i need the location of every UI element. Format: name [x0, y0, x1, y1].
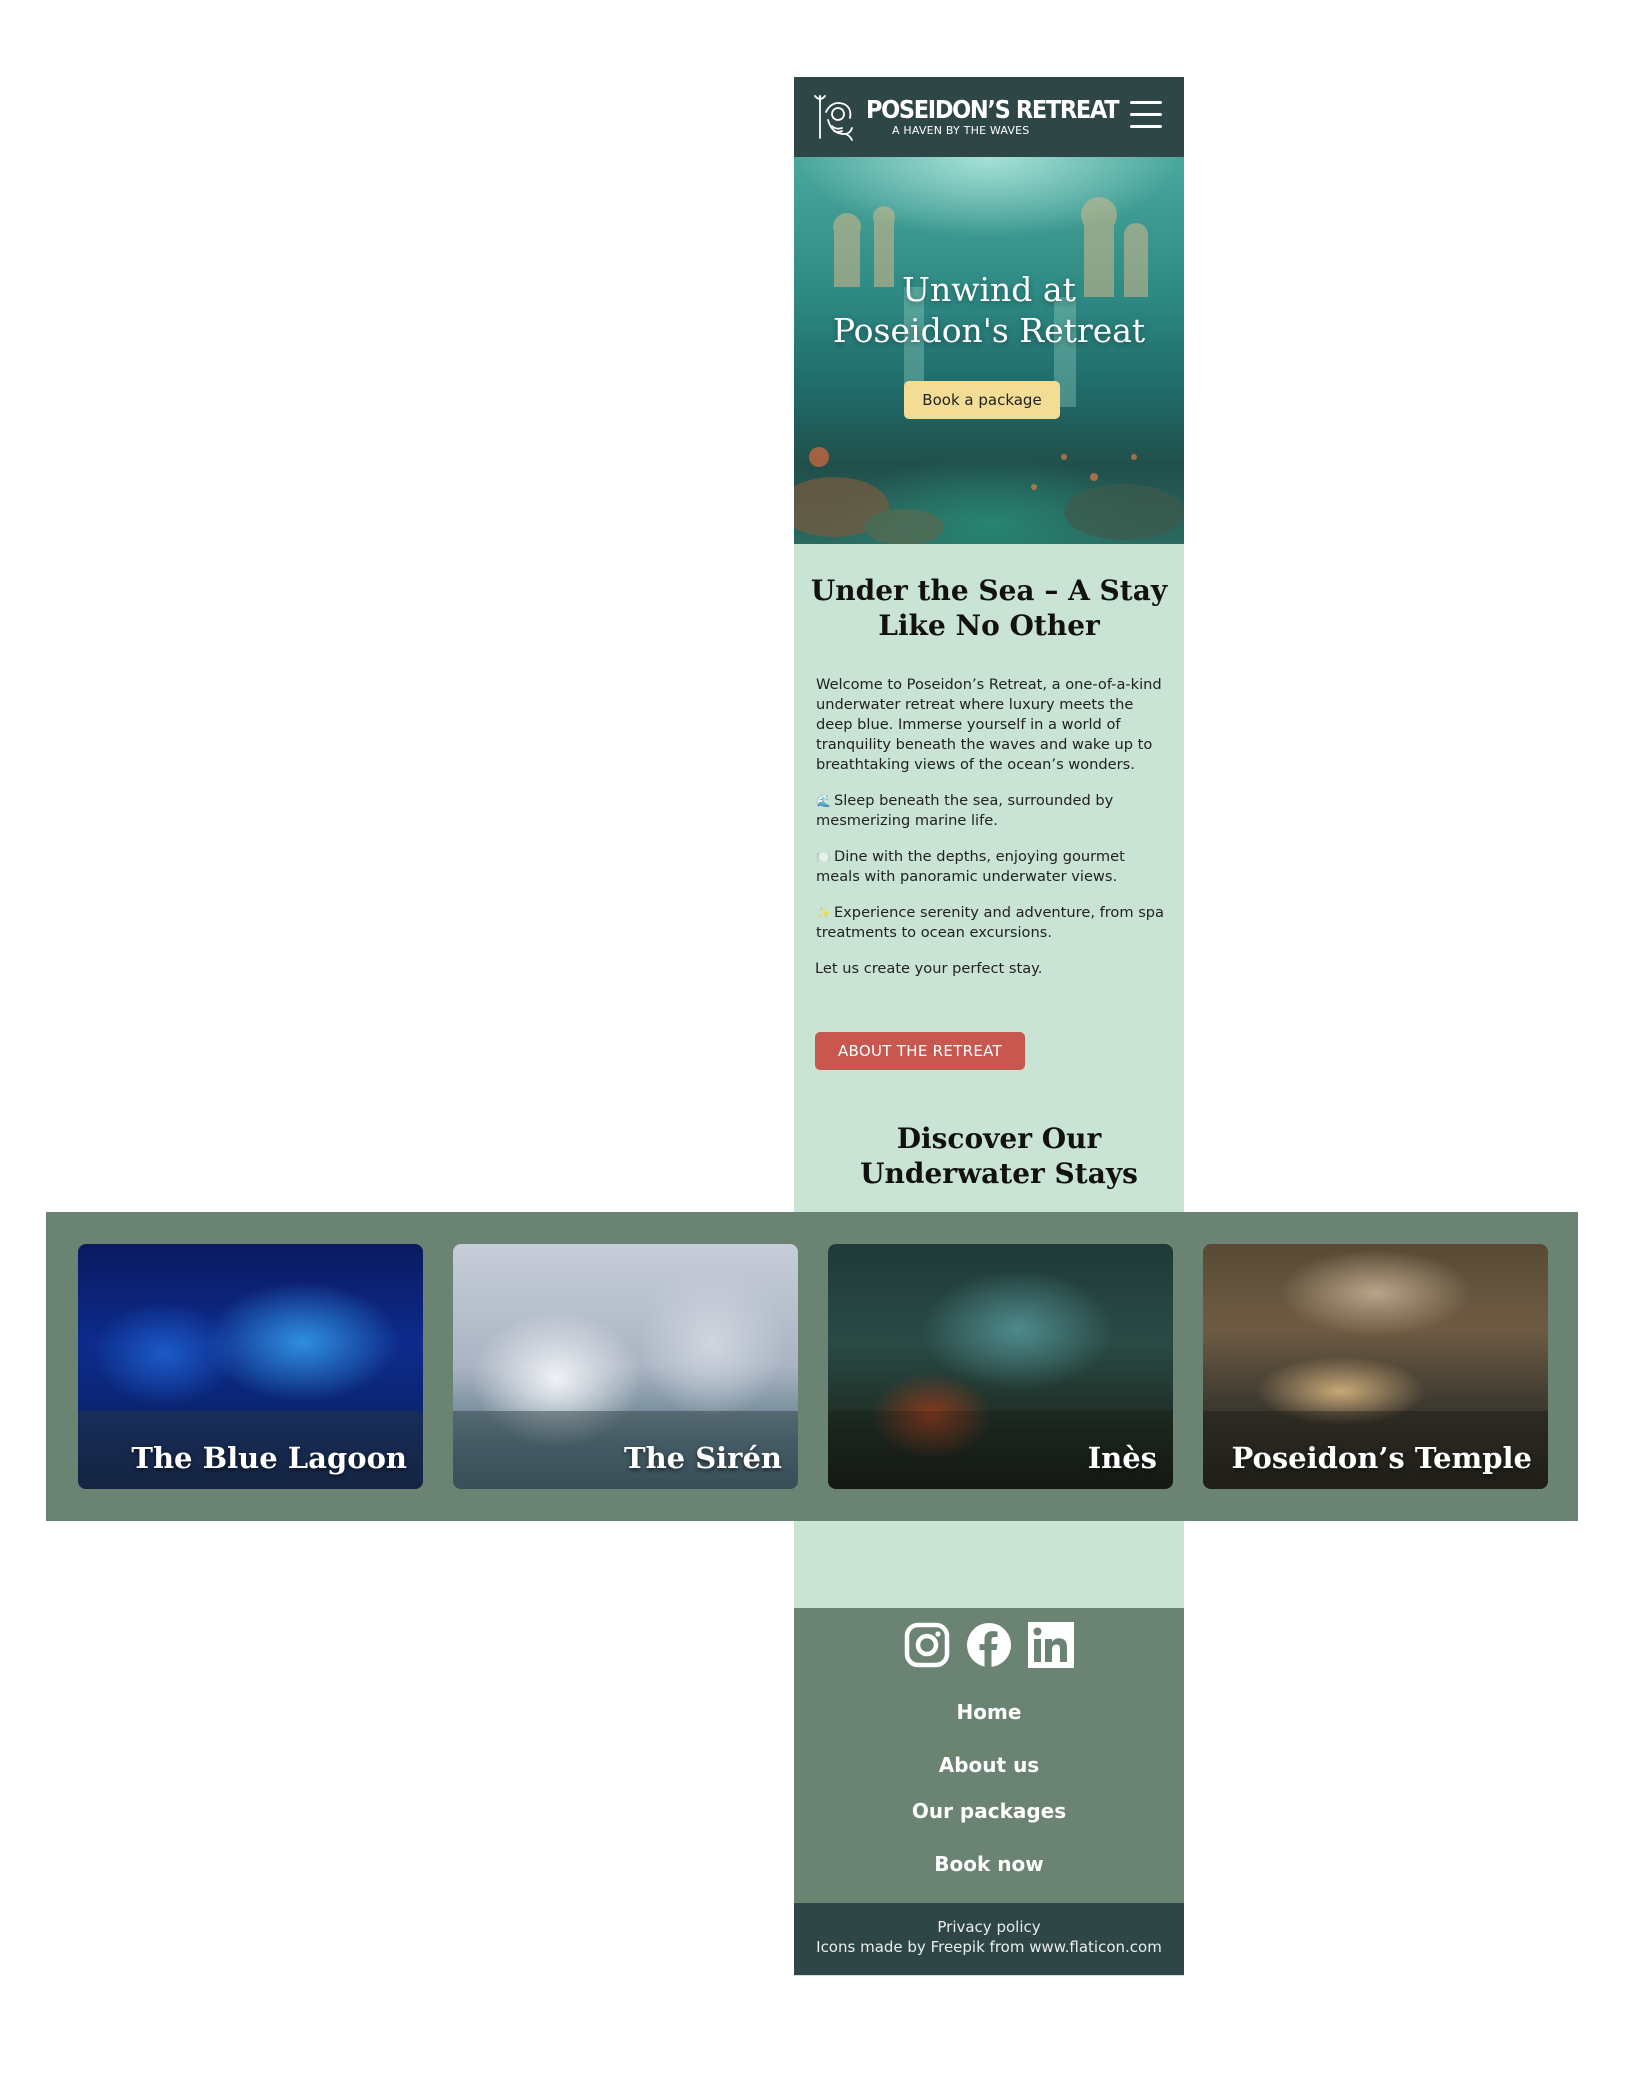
linkedin-icon[interactable]	[1028, 1622, 1074, 1668]
dining-icon: 🍽️	[816, 850, 831, 864]
stays-carousel: The Blue Lagoon The Sirén Inès Poseidon’…	[46, 1212, 1578, 1521]
hamburger-menu-icon[interactable]	[1130, 101, 1162, 131]
footer-link-book[interactable]: Book now	[794, 1852, 1184, 1876]
stays-title-line2: Underwater Stays	[860, 1157, 1138, 1190]
footer-link-about[interactable]: About us	[794, 1753, 1184, 1777]
intro-paragraph: Welcome to Poseidon’s Retreat, a one-of-…	[816, 676, 1162, 773]
brand[interactable]: POSEIDON’S RETREAT A HAVEN BY THE WAVES	[866, 95, 1146, 138]
site-footer: Home About us Our packages Book now	[794, 1608, 1184, 1903]
brand-name: POSEIDON’S RETREAT	[866, 95, 1120, 124]
hero-banner: Unwind at Poseidon's Retreat Book a pack…	[794, 157, 1184, 544]
footer-bottom-bar: Privacy policy Icons made by Freepik fro…	[794, 1903, 1184, 1975]
instagram-icon[interactable]	[904, 1622, 950, 1668]
feature-text: Dine with the depths, enjoying gourmet m…	[816, 848, 1125, 885]
feature-item: ✨ Experience serenity and adventure, from…	[816, 903, 1166, 943]
stay-card-siren[interactable]: The Sirén	[453, 1244, 798, 1489]
stay-name: The Sirén	[624, 1441, 782, 1475]
sparkles-icon: ✨	[816, 906, 831, 920]
intro-title-line2: Like No Other	[878, 609, 1100, 642]
feature-item: 🌊 Sleep beneath the sea, surrounded by me…	[816, 791, 1166, 831]
intro-title: Under the Sea – A Stay Like No Other	[794, 573, 1184, 643]
brand-tagline: A HAVEN BY THE WAVES	[892, 124, 1030, 137]
privacy-policy-link[interactable]: Privacy policy	[794, 1917, 1184, 1937]
intro-body: Welcome to Poseidon’s Retreat, a one-of-…	[815, 675, 1166, 995]
stay-name: The Blue Lagoon	[131, 1441, 407, 1475]
stays-title: Discover Our Underwater Stays	[794, 1121, 1204, 1191]
feature-item: 🍽️ Dine with the depths, enjoying gourmet…	[816, 847, 1166, 887]
intro-title-line1: Under the Sea – A Stay	[810, 574, 1168, 607]
stay-card-ines[interactable]: Inès	[828, 1244, 1173, 1489]
stay-card-blue-lagoon[interactable]: The Blue Lagoon	[78, 1244, 423, 1489]
intro-closing: Let us create your perfect stay.	[815, 960, 1043, 977]
icon-credits: Icons made by Freepik from www.flaticon.…	[816, 1938, 1162, 1956]
hero-title: Unwind at Poseidon's Retreat	[794, 269, 1184, 351]
poseidon-logo-icon[interactable]	[812, 92, 858, 142]
hero-title-line1: Unwind at	[902, 270, 1076, 309]
site-header: POSEIDON’S RETREAT A HAVEN BY THE WAVES	[794, 77, 1184, 157]
hero-title-line2: Poseidon's Retreat	[832, 311, 1146, 350]
wave-icon: 🌊	[816, 794, 831, 808]
stay-name: Poseidon’s Temple	[1231, 1441, 1532, 1475]
stay-card-poseidons-temple[interactable]: Poseidon’s Temple	[1203, 1244, 1548, 1489]
footer-link-home[interactable]: Home	[794, 1700, 1184, 1724]
facebook-icon[interactable]	[966, 1622, 1012, 1668]
book-package-button[interactable]: Book a package	[904, 381, 1060, 419]
stays-title-line1: Discover Our	[896, 1122, 1102, 1155]
about-retreat-button[interactable]: ABOUT THE RETREAT	[815, 1032, 1025, 1070]
footer-link-packages[interactable]: Our packages	[794, 1799, 1184, 1823]
feature-text: Experience serenity and adventure, from …	[816, 904, 1165, 941]
stay-name: Inès	[1087, 1441, 1157, 1475]
feature-text: Sleep beneath the sea, surrounded by mes…	[816, 792, 1114, 829]
social-links	[794, 1622, 1184, 1668]
